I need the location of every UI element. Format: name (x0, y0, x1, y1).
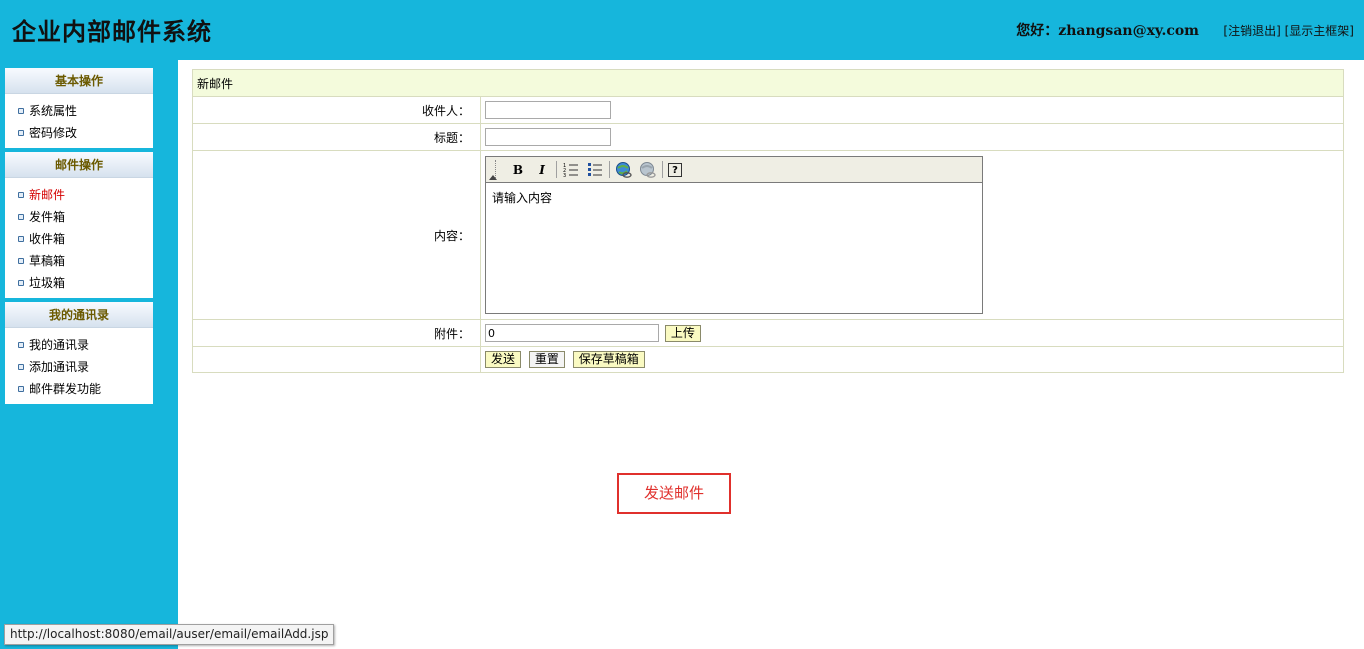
send-button[interactable]: 发送 (485, 351, 522, 368)
editor-toolbar: B I 123 ? (486, 157, 982, 183)
rich-text-editor: B I 123 ? 请输入内容 (485, 156, 983, 314)
sidebar-item-drafts[interactable]: 草稿箱 (5, 250, 153, 272)
sidebar-item-change-password[interactable]: 密码修改 (5, 122, 153, 144)
recipient-label: 收件人： (192, 96, 481, 124)
bullet-icon (18, 258, 24, 264)
svg-text:3: 3 (563, 173, 566, 177)
sidebar-item-inbox[interactable]: 收件箱 (5, 228, 153, 250)
bullet-icon (18, 214, 24, 220)
sidebar-item-new-mail[interactable]: 新邮件 (5, 184, 153, 206)
sidebar-item-label: 密码修改 (29, 126, 78, 140)
bullet-icon (18, 280, 24, 286)
attachment-label: 附件： (192, 319, 481, 347)
bullet-icon (18, 192, 24, 198)
top-links: [注销退出] [显示主框架] (1223, 22, 1354, 39)
sidebar-item-mass-mail[interactable]: 邮件群发功能 (5, 378, 153, 400)
user-greeting: 您好：zhangsan@xy.com (1016, 23, 1199, 39)
sidebar-item-label: 收件箱 (29, 232, 66, 246)
sidebar-item-trash[interactable]: 垃圾箱 (5, 272, 153, 294)
form-heading: 新邮件 (192, 69, 1344, 97)
subject-label: 标题： (192, 123, 481, 151)
help-icon[interactable]: ? (668, 163, 682, 177)
menu-group-basic: 基本操作 系统属性 密码修改 (5, 68, 153, 148)
sidebar-item-add-contact[interactable]: 添加通讯录 (5, 356, 153, 378)
bullet-icon (18, 342, 24, 348)
bullet-icon (18, 130, 24, 136)
show-main-frame-link[interactable]: [显示主框架] (1285, 24, 1354, 38)
menu-group-title: 基本操作 (5, 68, 153, 94)
status-bar-url: http://localhost:8080/email/auser/email/… (4, 624, 335, 645)
menu-group-mail: 邮件操作 新邮件 发件箱 收件箱 草稿箱 垃圾箱 (5, 152, 153, 298)
sidebar-item-my-contacts[interactable]: 我的通讯录 (5, 334, 153, 356)
main-content: 新邮件 收件人： 标题： 内容： B I 123 ? 请输入内容 附件： 0 上… (178, 60, 1364, 649)
new-mail-form: 新邮件 收件人： 标题： 内容： B I 123 ? 请输入内容 附件： 0 上… (192, 69, 1344, 373)
save-draft-button[interactable]: 保存草稿箱 (572, 351, 645, 368)
sidebar-item-label: 新邮件 (29, 188, 66, 202)
bullet-icon (18, 108, 24, 114)
upload-button[interactable]: 上传 (664, 324, 701, 342)
italic-icon[interactable]: I (533, 161, 551, 179)
top-header: 企业内部邮件系统 您好：zhangsan@xy.com [注销退出] [显示主框… (0, 0, 1364, 60)
menu-group-contacts: 我的通讯录 我的通讯录 添加通讯录 邮件群发功能 (5, 302, 153, 404)
sidebar-item-outbox[interactable]: 发件箱 (5, 206, 153, 228)
sidebar-item-label: 草稿箱 (29, 254, 66, 268)
content-textarea[interactable]: 请输入内容 (486, 183, 982, 313)
menu-group-title: 邮件操作 (5, 152, 153, 178)
ordered-list-icon[interactable]: 123 (562, 161, 580, 179)
remove-link-icon[interactable] (639, 161, 657, 179)
sidebar-item-label: 我的通讯录 (29, 338, 90, 352)
bullet-icon (18, 364, 24, 370)
sidebar: 基本操作 系统属性 密码修改 邮件操作 新邮件 发件箱 收件箱 草稿箱 垃圾箱 … (0, 60, 178, 649)
bold-icon[interactable]: B (509, 161, 527, 179)
actions-label-cell (192, 346, 481, 373)
sidebar-item-label: 系统属性 (29, 104, 78, 118)
sidebar-item-label: 发件箱 (29, 210, 66, 224)
sidebar-item-label: 垃圾箱 (29, 276, 66, 290)
subject-input[interactable] (485, 128, 611, 146)
content-label: 内容： (192, 150, 481, 320)
insert-link-icon[interactable] (615, 161, 633, 179)
reset-button[interactable]: 重置 (528, 351, 565, 368)
logout-link[interactable]: [注销退出] (1223, 24, 1280, 38)
bullet-icon (18, 236, 24, 242)
app-title: 企业内部邮件系统 (12, 17, 212, 46)
unordered-list-icon[interactable] (586, 161, 604, 179)
attachment-input[interactable] (485, 324, 659, 342)
sidebar-item-label: 添加通讯录 (29, 360, 90, 374)
toolbar-collapse-icon[interactable] (488, 160, 497, 180)
bullet-icon (18, 386, 24, 392)
sidebar-item-system-properties[interactable]: 系统属性 (5, 100, 153, 122)
send-mail-callout: 发送邮件 (617, 473, 731, 514)
menu-group-title: 我的通讯录 (5, 302, 153, 328)
sidebar-item-label: 邮件群发功能 (29, 382, 102, 396)
recipient-input[interactable] (485, 101, 611, 119)
